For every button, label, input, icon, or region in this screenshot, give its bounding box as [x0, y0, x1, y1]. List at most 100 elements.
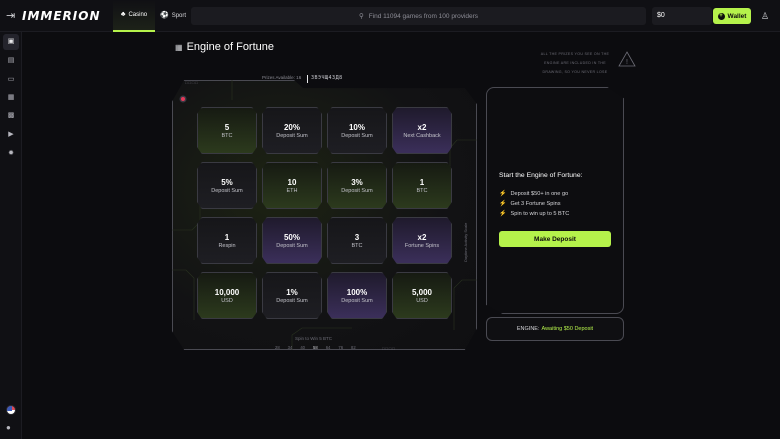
wallet-button[interactable]: + Wallet — [713, 8, 751, 24]
prize-label: Deposit Sum — [211, 187, 243, 194]
prize-value: 10% — [348, 122, 365, 132]
step-item: ⚡ Spin to win up to 5 BTC — [499, 210, 570, 218]
prize-label: USD — [221, 297, 233, 304]
cog-icon[interactable]: ✹ — [3, 146, 19, 162]
prize-label: Deposit Sum — [341, 297, 373, 304]
prize-label: Respin — [218, 242, 236, 249]
prize-label: BTC — [221, 132, 233, 139]
search-input[interactable]: ⚲ Find 11094 games from 100 providers — [191, 7, 646, 25]
prize-value: 10,000 — [214, 287, 240, 297]
prizes-available-label: Prizes Available: 16 — [262, 75, 302, 80]
prize-cell: 10% Deposit Sum — [327, 107, 387, 154]
prize-label: BTC — [416, 187, 428, 194]
spin-label: Spin to Win 5 BTC — [295, 336, 333, 341]
spin-number: 58 — [313, 345, 318, 350]
prize-cell: 10 ETH — [262, 162, 322, 209]
grid-icon[interactable]: ▦ — [3, 90, 19, 106]
grid-icon: ▦ — [175, 42, 183, 52]
gift-icon[interactable]: ▣ — [3, 34, 19, 50]
board-code: ЗВЭЧЩ4ЗД8 — [307, 75, 343, 83]
prize-cell: 20% Deposit Sum — [262, 107, 322, 154]
spin-number: 64 — [325, 345, 331, 350]
prize-label: Fortune Spins — [404, 242, 440, 249]
dots-decoration-bottom: □□□□ — [382, 346, 396, 351]
engine-status: ENGINE: Awaiting $50 Deposit — [486, 317, 624, 341]
page-title: ▦ Engine of Fortune — [175, 41, 274, 53]
prize-value: 5% — [221, 177, 233, 187]
prize-cell: 3% Deposit Sum — [327, 162, 387, 209]
prize-value: 5,000 — [411, 287, 433, 297]
prize-value: 20% — [283, 122, 300, 132]
wallet-label: Wallet — [727, 12, 747, 20]
casino-icon: ♣ — [120, 11, 126, 18]
bolt-icon: ⚡ — [499, 211, 507, 217]
engine-status-value: Awaiting $50 Deposit — [541, 326, 594, 332]
prize-cell: 50% Deposit Sum — [262, 217, 322, 264]
tab-casino[interactable]: ♣ Casino — [113, 0, 155, 32]
warning-icon: ! — [618, 51, 636, 67]
sidebar: ▣ ▤ ▭ ▦ ▩ ▶ ✹ — [0, 32, 22, 439]
user-icon[interactable]: ♙ — [761, 11, 769, 22]
prize-value: 1 — [419, 177, 425, 187]
search-icon: ⚲ — [358, 13, 364, 20]
bolt-icon: ⚡ — [499, 201, 507, 207]
chat-icon[interactable]: ● — [6, 423, 11, 432]
prize-label: Deposit Sum — [276, 132, 308, 139]
prize-value: 3 — [354, 232, 360, 242]
bolt-icon: ⚡ — [499, 191, 507, 197]
spin-number: 34 — [287, 345, 293, 350]
live-icon[interactable]: ▶ — [3, 127, 19, 143]
flag-icon[interactable] — [6, 405, 16, 415]
prize-cell: 3 BTC — [327, 217, 387, 264]
tab-casino-label: Casino — [128, 12, 148, 18]
prize-label: Deposit Sum — [276, 297, 308, 304]
tab-sport[interactable]: ⚽ Sport — [158, 0, 188, 32]
prize-cell: 1 BTC — [392, 162, 452, 209]
svg-text:!: ! — [626, 59, 628, 66]
sport-icon: ⚽ — [159, 12, 169, 19]
prize-label: Next Cashback — [403, 132, 441, 139]
prize-label: Deposit Sum — [341, 187, 373, 194]
prize-value: 3% — [351, 177, 363, 187]
step-text: Deposit $50+ in one go — [510, 190, 569, 197]
cards-icon[interactable]: ▤ — [3, 53, 19, 69]
dots-decoration: □□□□ — [185, 80, 199, 85]
plus-icon: + — [717, 12, 725, 20]
status-dot — [181, 97, 185, 101]
prize-cell: 10,000 USD — [197, 272, 257, 319]
side-scale-label: Daytime Activity Scale — [463, 222, 468, 262]
prize-cell: 1% Deposit Sum — [262, 272, 322, 319]
page-title-text: Engine of Fortune — [186, 41, 275, 53]
prize-value: x2 — [417, 122, 427, 132]
prize-cell: x2 Fortune Spins — [392, 217, 452, 264]
game-controller-icon[interactable]: ▭ — [3, 72, 19, 88]
spin-number: 76 — [338, 345, 344, 350]
prize-cell: 100% Deposit Sum — [327, 272, 387, 319]
prize-value: 100% — [346, 287, 368, 297]
info-title: Start the Engine of Fortune: — [499, 172, 583, 179]
prize-cell: 5% Deposit Sum — [197, 162, 257, 209]
prize-cell: 1 Respin — [197, 217, 257, 264]
step-item: ⚡ Deposit $50+ in one go — [499, 190, 569, 198]
balance-display[interactable]: $0 — [652, 7, 712, 25]
top-bar: ⇥ IMMERION ♣ Casino ⚽ Sport ⚲ Find 11094… — [0, 0, 780, 32]
logo[interactable]: IMMERION — [22, 9, 101, 23]
prize-label: BTC — [351, 242, 363, 249]
step-text: Get 3 Fortune Spins — [510, 200, 561, 207]
make-deposit-button[interactable]: Make Deposit — [499, 231, 611, 247]
prize-value: 10 — [287, 177, 297, 187]
sidebar-toggle-icon[interactable]: ⇥ — [6, 9, 18, 23]
search-placeholder: Find 11094 games from 100 providers — [368, 12, 479, 20]
spin-number: 40 — [300, 345, 306, 350]
prize-value: x2 — [417, 232, 427, 242]
prize-value: 50% — [283, 232, 300, 242]
spin-number: 82 — [351, 345, 356, 350]
dice-icon[interactable]: ▩ — [3, 108, 19, 124]
prize-label: Deposit Sum — [341, 132, 373, 139]
step-text: Spin to win up to 5 BTC — [510, 210, 570, 217]
prize-label: Deposit Sum — [276, 242, 308, 249]
prize-value: 5 — [224, 122, 230, 132]
warning-text: ALL THE PRIZES YOU SEE ON THE ENGINE ARE… — [540, 52, 610, 74]
prize-value: 1% — [286, 287, 298, 297]
prize-cell: x2 Next Cashback — [392, 107, 452, 154]
